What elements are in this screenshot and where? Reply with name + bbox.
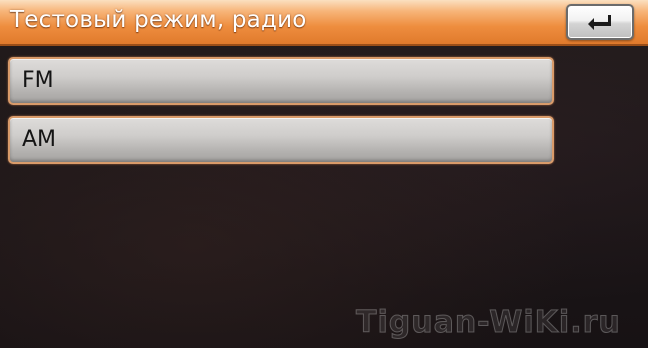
- back-button[interactable]: [566, 4, 634, 40]
- watermark-text: Tiguan-WiKi.ru: [356, 305, 621, 341]
- back-return-icon: [588, 15, 611, 30]
- menu-item-label: AM: [22, 127, 57, 152]
- title-bar: Тестовый режим, радио: [0, 0, 648, 46]
- menu-item-am[interactable]: AM: [8, 116, 554, 164]
- page-title: Тестовый режим, радио: [10, 7, 307, 33]
- menu-item-label: FM: [22, 68, 54, 93]
- radio-test-mode-screen: Тестовый режим, радио FM AM Tiguan-WiKi.…: [0, 0, 648, 348]
- menu-item-fm[interactable]: FM: [8, 57, 554, 105]
